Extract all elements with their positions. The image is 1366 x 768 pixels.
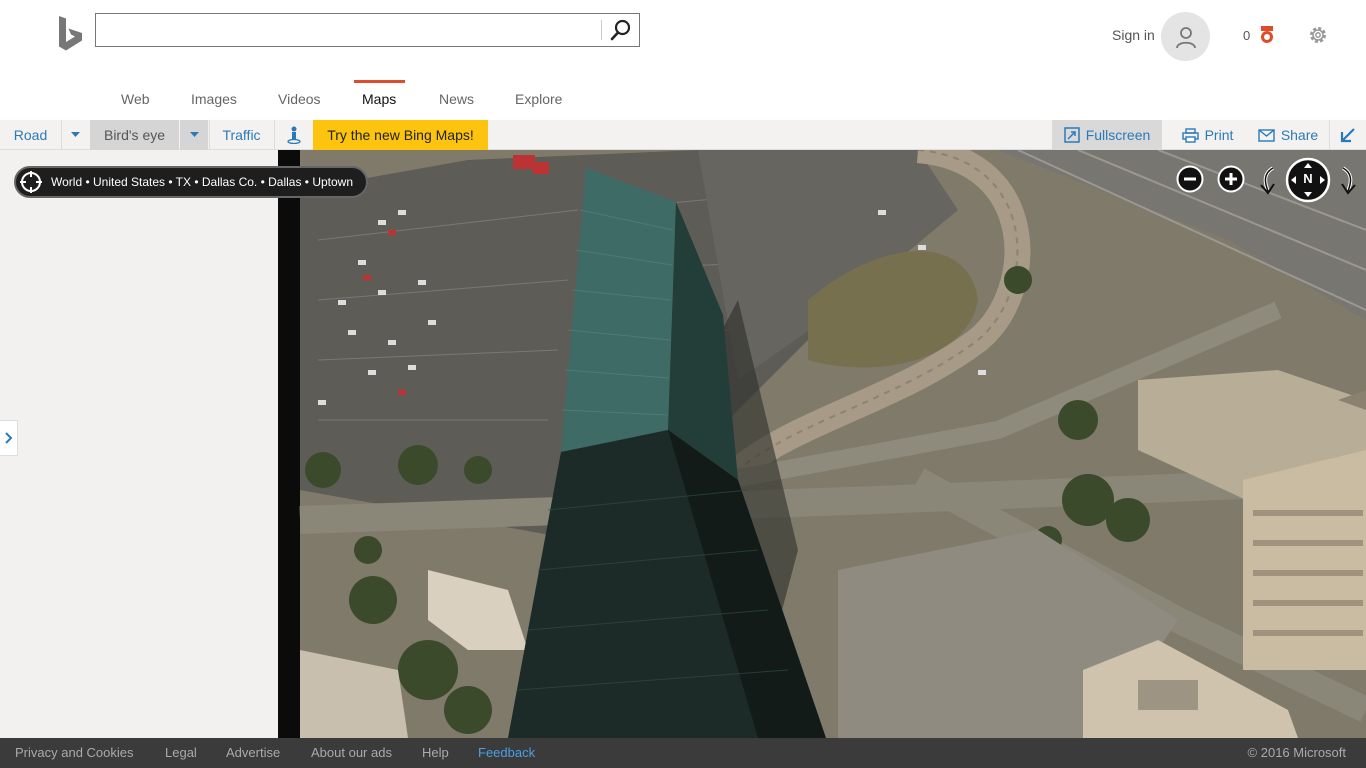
rewards-count[interactable]: 0 (1243, 28, 1250, 43)
streetside-button[interactable] (275, 120, 313, 150)
tab-explore[interactable]: Explore (515, 91, 562, 107)
tab-images[interactable]: Images (191, 91, 237, 107)
plus-circle-icon (1217, 165, 1245, 193)
bing-logo-icon[interactable] (56, 14, 86, 54)
road-label: Road (13, 127, 48, 143)
printer-icon (1181, 127, 1199, 143)
expand-panel-button[interactable] (0, 420, 18, 456)
footer-link-legal[interactable]: Legal (165, 745, 197, 760)
traffic-label: Traffic (222, 127, 261, 143)
map-toolbar: Road Bird's eye Traffic Try the new Bing… (0, 120, 1366, 150)
user-icon (1175, 26, 1196, 48)
location-breadcrumb: World • United States • TX • Dallas Co. … (14, 166, 368, 198)
chevron-right-icon (4, 432, 12, 444)
compass-button[interactable]: N (1285, 157, 1331, 208)
breadcrumb-text[interactable]: World • United States • TX • Dallas Co. … (51, 175, 353, 189)
share-label: Share (1280, 127, 1319, 143)
collapse-map-button[interactable] (1330, 120, 1366, 150)
left-panel (0, 150, 278, 738)
sign-in-link[interactable]: Sign in (1112, 27, 1155, 43)
print-label: Print (1204, 127, 1234, 143)
search-box (95, 13, 640, 47)
streetside-person-icon (287, 126, 301, 144)
settings-gear-icon[interactable] (1307, 24, 1329, 51)
rotate-right-arrow-icon (1341, 166, 1356, 195)
rewards-medal-icon[interactable] (1258, 25, 1276, 50)
try-new-bing-maps-button[interactable]: Try the new Bing Maps! (313, 120, 488, 150)
road-dropdown-button[interactable] (62, 120, 89, 150)
rotate-left-button[interactable] (1258, 165, 1280, 200)
locate-me-button[interactable] (18, 169, 44, 195)
footer-link-feedback[interactable]: Feedback (478, 745, 535, 760)
footer-link-privacy[interactable]: Privacy and Cookies (15, 745, 134, 760)
zoom-in-button[interactable] (1217, 165, 1245, 198)
search-button[interactable] (602, 14, 640, 46)
birds-eye-dropdown-button[interactable] (180, 120, 208, 150)
fullscreen-label: Fullscreen (1085, 127, 1151, 143)
road-view-button[interactable]: Road (0, 120, 61, 150)
active-tab-indicator (354, 80, 405, 83)
search-icon (610, 19, 631, 41)
tab-maps[interactable]: Maps (362, 91, 396, 107)
birds-eye-label: Bird's eye (103, 127, 166, 143)
footer: Privacy and Cookies Legal Advertise Abou… (0, 738, 1366, 768)
header: Sign in 0 Web Images Videos Maps News Ex… (0, 0, 1366, 120)
tab-videos[interactable]: Videos (278, 91, 321, 107)
fullscreen-button[interactable]: Fullscreen (1052, 120, 1162, 150)
tab-web[interactable]: Web (121, 91, 150, 107)
compass-north-label: N (1303, 171, 1313, 186)
copyright: © 2016 Microsoft (1247, 745, 1346, 760)
footer-link-advertise[interactable]: Advertise (226, 745, 280, 760)
tab-news[interactable]: News (439, 91, 474, 107)
aerial-imagery (278, 150, 1366, 738)
search-input[interactable] (96, 14, 601, 46)
footer-link-about-ads[interactable]: About our ads (311, 745, 392, 760)
rotate-left-arrow-icon (1260, 166, 1275, 195)
birds-eye-map[interactable]: N (278, 150, 1366, 738)
rotate-right-button[interactable] (1336, 165, 1358, 200)
birds-eye-view-button[interactable]: Bird's eye (90, 120, 179, 150)
minus-circle-icon (1176, 165, 1204, 193)
share-button[interactable]: Share (1250, 120, 1326, 150)
caret-down-icon (71, 132, 80, 137)
traffic-button[interactable]: Traffic (210, 120, 273, 150)
fullscreen-icon (1063, 127, 1080, 143)
caret-down-icon (189, 132, 199, 137)
avatar[interactable] (1161, 12, 1210, 61)
zoom-out-button[interactable] (1176, 165, 1204, 198)
envelope-icon (1258, 128, 1275, 142)
footer-link-help[interactable]: Help (422, 745, 449, 760)
arrow-down-left-icon (1340, 128, 1355, 143)
crosshair-icon (20, 171, 42, 193)
print-button[interactable]: Print (1170, 120, 1245, 150)
